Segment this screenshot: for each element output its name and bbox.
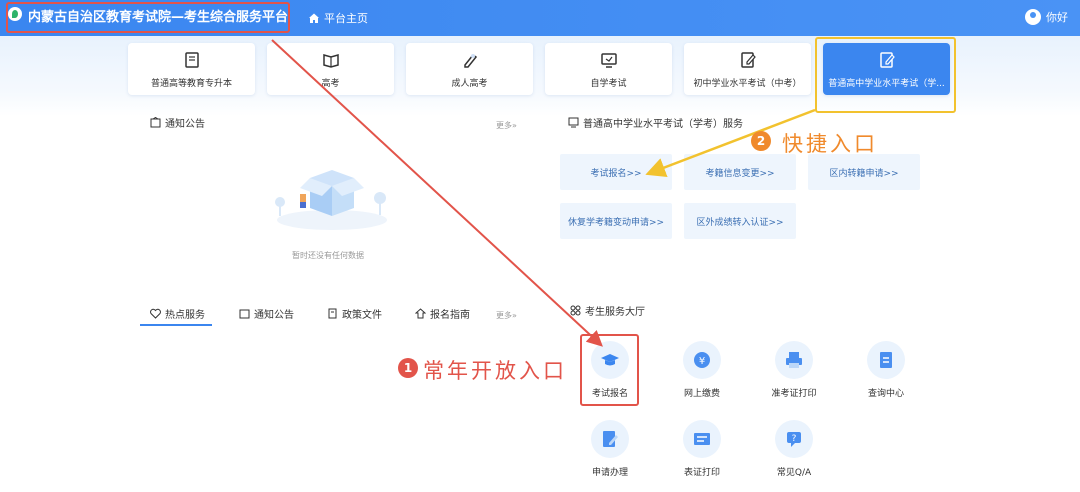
annotation-badge-1: 1 [398,358,418,378]
book-icon [184,52,199,68]
site-logo-icon [8,7,22,21]
highlight-box-exam-registration [580,334,639,406]
home-label: 平台主页 [324,12,368,25]
hall-item-label: 查询中心 [867,389,904,399]
hall-item-label: 网上缴费 [683,389,720,399]
tab-notice[interactable]: 通知公告 [239,306,294,321]
svg-text:?: ? [792,434,797,444]
hall-item-label: 表证打印 [683,468,720,478]
tab-upgrade-exam[interactable]: 普通高等教育专升本 [128,43,255,95]
home-icon [309,13,319,23]
notice-icon [239,309,250,319]
bottom-more-link[interactable]: 更多» [496,310,517,321]
tab-label: 报名指南 [430,310,470,321]
annotation-label-2: 快捷入口 [782,132,878,156]
edit-doc-icon [740,52,756,68]
avatar [1025,9,1041,25]
tab-label: 初中学业水平考试（中考） [693,79,802,89]
question-chat-icon: ? [787,432,801,447]
tab-zhongkao[interactable]: 初中学业水平考试（中考） [684,43,811,95]
service-button-internal-transfer[interactable]: 区内转籍申请>> [808,154,920,190]
user-menu[interactable]: 你好 [1025,9,1068,25]
hall-item-label: 常见Q/A [776,468,812,478]
user-greeting: 你好 [1046,11,1068,24]
document-icon [328,308,337,319]
tab-label: 普通高等教育专升本 [150,79,232,89]
service-section-title: 普通高中学业水平考试（学考）服务 [568,115,743,130]
hall-title-label: 考生服务大厅 [585,307,645,318]
tab-gaokao[interactable]: 高考 [267,43,394,95]
empty-state-text: 暂时还没有任何数据 [292,251,364,260]
site-title[interactable]: 内蒙古自治区教育考试院—考生综合服务平台 [28,6,288,25]
tab-self-study[interactable]: 自学考试 [545,43,672,95]
tab-label: 热点服务 [165,310,205,321]
tab-adult-exam[interactable]: 成人高考 [406,43,533,95]
monitor-icon [568,117,579,128]
service-button-exam-registration[interactable]: 考试报名>> [560,154,672,190]
printer-icon [786,352,802,368]
notice-more-link[interactable]: 更多» [496,120,517,131]
yuan-coin-icon: ¥ [694,352,710,368]
svg-text:¥: ¥ [699,356,705,367]
hall-item-admission-ticket-print[interactable]: 准考证打印 [764,341,824,399]
tab-hot-services[interactable]: 热点服务 [150,306,205,321]
tab-label: 政策文件 [342,310,382,321]
top-bar: 内蒙古自治区教育考试院—考生综合服务平台 平台主页 你好 [0,0,1080,36]
annotation-badge-2: 2 [751,131,771,151]
hall-item-online-payment[interactable]: ¥ 网上缴费 [672,341,732,399]
tab-label: 通知公告 [254,310,294,321]
highlight-box-active-tab [815,37,956,113]
hall-item-certificate-print[interactable]: 表证打印 [672,420,732,478]
id-card-icon [694,433,710,445]
active-tab-underline [140,324,212,326]
empty-box-illustration [275,170,387,230]
notice-section-title: 通知公告 [150,115,205,130]
home-link[interactable]: 平台主页 [308,10,368,26]
heart-icon [150,308,161,319]
guide-icon [415,308,426,319]
hall-item-label: 准考证打印 [771,389,817,399]
service-title-label: 普通高中学业水平考试（学考）服务 [583,119,743,130]
service-button-suspension-resumption[interactable]: 休复学考籍变动申请>> [560,203,672,239]
hall-item-application[interactable]: 申请办理 [580,420,640,478]
hall-section-title: 考生服务大厅 [570,303,645,318]
tab-label: 成人高考 [451,79,488,89]
hall-item-query-center[interactable]: 查询中心 [856,341,916,399]
hall-item-faq[interactable]: ? 常见Q/A [764,420,824,478]
grid-icon [570,305,581,316]
notice-icon [150,117,161,128]
edit-form-icon [603,431,618,447]
tab-label: 高考 [321,79,340,89]
service-button-external-score-transfer[interactable]: 区外成绩转入认证>> [684,203,796,239]
service-button-record-change[interactable]: 考籍信息变更>> [684,154,796,190]
hall-item-label: 申请办理 [591,468,628,478]
tab-label: 自学考试 [590,79,627,89]
tab-guide[interactable]: 报名指南 [415,306,470,321]
notice-title-label: 通知公告 [165,119,205,130]
document-list-icon [880,352,892,368]
monitor-icon [600,53,617,68]
tab-policy[interactable]: 政策文件 [327,306,382,321]
open-book-icon [322,54,339,68]
pen-icon [463,53,477,68]
annotation-label-1: 常年开放入口 [423,359,567,383]
